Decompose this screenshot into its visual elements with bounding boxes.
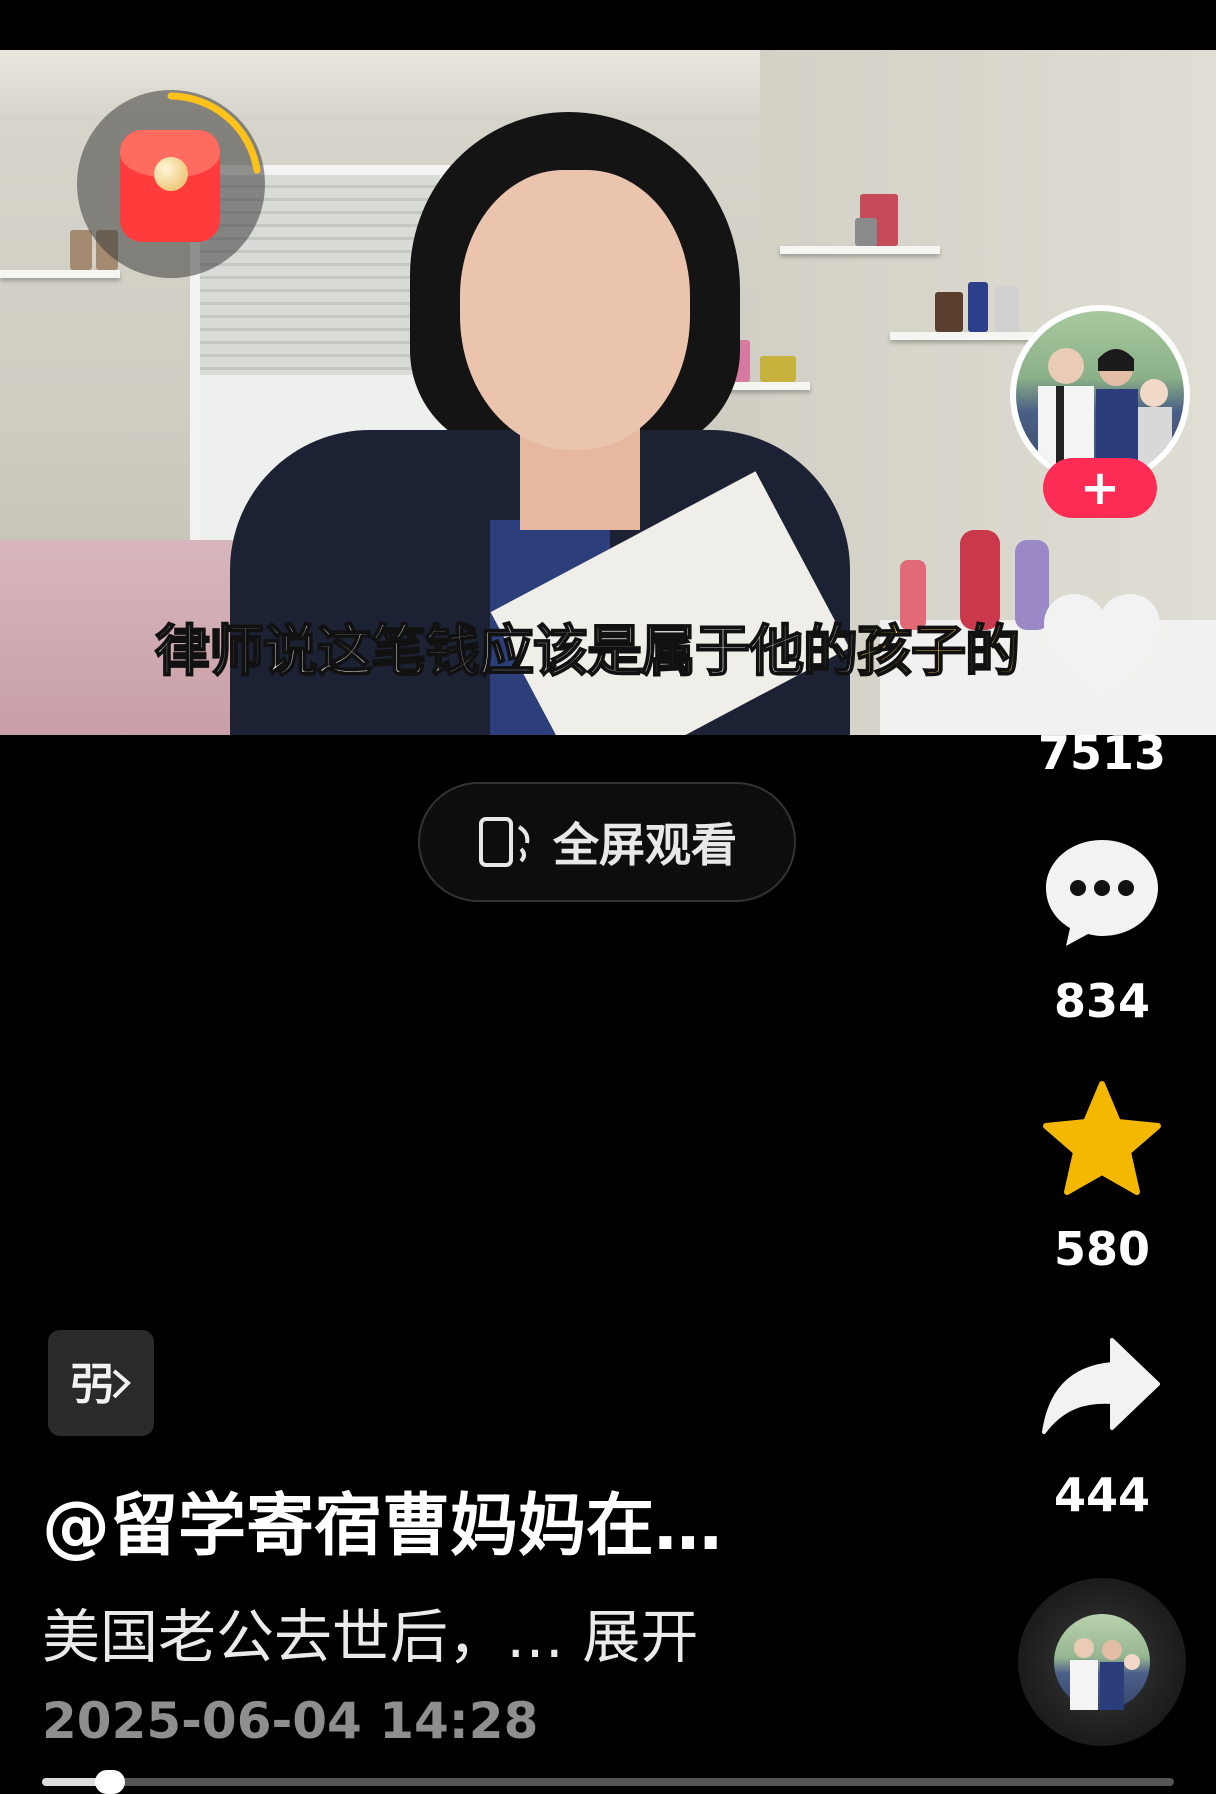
music-disc-cover bbox=[1054, 1614, 1150, 1710]
translate-glyph: 弜 bbox=[70, 1359, 131, 1410]
video-scene-item bbox=[935, 292, 963, 332]
subtitle-text: 律师说这笔钱应该是属于他的 bbox=[154, 618, 859, 684]
video-description[interactable]: 美国老公去世后，… 展开 bbox=[42, 1590, 698, 1674]
video-scene-shelf bbox=[890, 332, 1040, 340]
red-packet-coin bbox=[154, 157, 188, 191]
post-timestamp: 2025-06-04 14:28 bbox=[42, 1692, 539, 1750]
video-scene-item bbox=[968, 282, 988, 332]
progress-track[interactable] bbox=[42, 1778, 1174, 1786]
share-count: 444 bbox=[1053, 1468, 1151, 1522]
svg-text:弜: 弜 bbox=[70, 1359, 114, 1410]
follow-button[interactable]: + bbox=[1043, 458, 1157, 518]
progress-knob[interactable] bbox=[95, 1770, 125, 1794]
video-subtitle: 律师说这笔钱应该是属于他的孩子的 bbox=[154, 606, 1021, 686]
subtitle-highlight: 孩子的 bbox=[856, 618, 1021, 684]
video-scene-shelf bbox=[780, 246, 940, 254]
heart-icon[interactable] bbox=[1040, 590, 1164, 702]
video-scene-item bbox=[855, 218, 877, 246]
avatar-photo bbox=[1038, 348, 1172, 479]
rotate-screen-icon bbox=[479, 817, 530, 867]
fullscreen-label: 全屏观看 bbox=[553, 818, 737, 872]
favorite-count: 580 bbox=[1053, 1222, 1151, 1276]
share-icon[interactable] bbox=[1040, 1336, 1164, 1436]
video-scene-item bbox=[995, 286, 1019, 332]
fullscreen-button[interactable]: 全屏观看 bbox=[418, 782, 796, 902]
comment-icon[interactable] bbox=[1040, 834, 1164, 950]
translate-icon[interactable]: 弜 bbox=[48, 1330, 154, 1436]
author-name[interactable]: @留学寄宿曹妈妈在… bbox=[42, 1470, 722, 1569]
comment-count: 834 bbox=[1053, 974, 1151, 1028]
video-scene-item bbox=[760, 356, 796, 382]
like-count: 7513 bbox=[1037, 726, 1167, 780]
star-icon[interactable] bbox=[1040, 1080, 1164, 1200]
author-avatar[interactable] bbox=[1016, 311, 1184, 479]
video-person-face bbox=[460, 170, 690, 450]
disc-photo bbox=[1070, 1638, 1140, 1710]
